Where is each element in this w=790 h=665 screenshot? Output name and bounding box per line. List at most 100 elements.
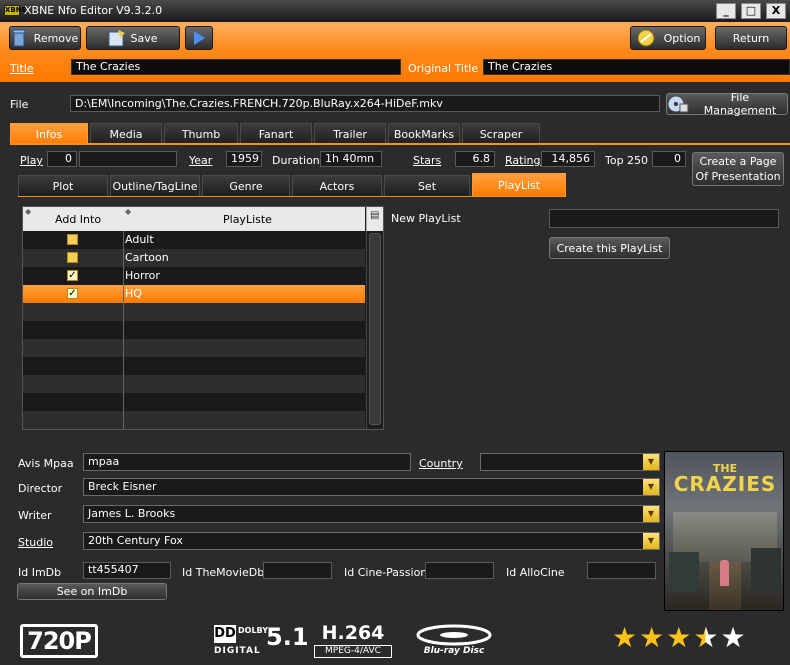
subtab-actors[interactable]: Actors	[292, 175, 382, 196]
create-page-button[interactable]: Create a Page Of Presentation	[692, 152, 784, 186]
imdb-label: Id ImDb	[18, 566, 62, 579]
writer-select[interactable]: James L. Brooks ▼	[83, 505, 660, 523]
director-value: Breck Eisner	[88, 480, 157, 493]
poster-figure	[720, 560, 729, 586]
row-checkbox-checked[interactable]: ✓	[67, 270, 78, 281]
play-count-input[interactable]: 0	[47, 151, 77, 167]
row-name: HQ	[125, 287, 142, 300]
tab-trailer[interactable]: Trailer	[314, 123, 386, 145]
table-row[interactable]: Adult	[23, 231, 365, 249]
star-rating[interactable]: ★ ★ ★ ★ ★	[612, 624, 772, 654]
studio-select[interactable]: 20th Century Fox ▼	[83, 532, 660, 550]
star-half-icon[interactable]: ★	[693, 624, 718, 654]
file-management-label: File Management	[703, 91, 777, 117]
close-button[interactable]: X	[766, 3, 786, 19]
codec-text: H.264	[321, 622, 385, 644]
star-empty-icon[interactable]: ★	[720, 624, 745, 654]
wrench-icon	[636, 29, 658, 47]
star-filled-icon[interactable]: ★	[612, 624, 637, 654]
year-input[interactable]: 1959	[226, 151, 262, 167]
duration-label: Duration	[272, 154, 320, 167]
columns-icon[interactable]: ▤	[370, 210, 379, 221]
row-checkbox[interactable]	[67, 234, 78, 245]
create-playlist-button[interactable]: Create this PlayList	[549, 237, 670, 259]
col-add-into[interactable]: Add Into	[55, 213, 101, 226]
duration-input[interactable]: 1h 40mn	[320, 151, 382, 167]
tmdb-input[interactable]	[263, 562, 332, 579]
tab-thumb[interactable]: Thumb	[164, 123, 238, 145]
director-select[interactable]: Breck Eisner ▼	[83, 478, 660, 496]
minimize-button[interactable]: _	[716, 3, 736, 19]
star-filled-icon[interactable]: ★	[666, 624, 691, 654]
see-on-imdb-button[interactable]: See on ImDb	[17, 583, 167, 600]
subtab-set[interactable]: Set	[384, 175, 470, 196]
playlist-grid[interactable]: ◆ Add Into ◆ PlayListe ▤ Adult Cartoon ✓…	[22, 206, 384, 430]
play-extra-input[interactable]	[79, 151, 177, 167]
chevron-down-icon[interactable]: ▼	[643, 533, 659, 549]
resolution-badge: 720P	[20, 624, 98, 658]
empty-row	[23, 393, 365, 411]
tab-infos[interactable]: Infos	[10, 123, 88, 145]
window-title: XBNE Nfo Editor V9.3.2.0	[24, 4, 163, 17]
column-divider	[123, 231, 124, 429]
stars-label: Stars	[413, 154, 442, 167]
allocine-input[interactable]	[587, 562, 656, 579]
scrollbar-thumb[interactable]	[369, 233, 381, 425]
top250-label: Top 250	[605, 154, 649, 167]
original-title-input[interactable]: The Crazies	[483, 59, 790, 75]
chevron-down-icon[interactable]: ▼	[643, 479, 659, 495]
subtab-underline	[18, 196, 566, 197]
cine-passion-input[interactable]	[425, 562, 494, 579]
subtab-plot[interactable]: Plot	[18, 175, 108, 196]
grid-corner: ▤	[366, 207, 383, 231]
remove-button[interactable]: Remove	[9, 26, 81, 50]
subtab-playlist[interactable]: PlayList	[472, 173, 566, 196]
grid-scrollbar[interactable]	[366, 231, 383, 429]
table-row-selected[interactable]: ✓ HQ	[23, 285, 365, 303]
country-select[interactable]: ▼	[480, 453, 660, 471]
subtab-outline[interactable]: Outline/TagLine	[110, 175, 200, 196]
writer-label: Writer	[18, 509, 52, 522]
poster-title-line2: CRAZIES	[673, 472, 777, 496]
row-checkbox-checked[interactable]: ✓	[67, 288, 78, 299]
channels-text: 5.1	[266, 623, 309, 651]
top250-input[interactable]: 0	[652, 151, 686, 167]
movie-poster[interactable]: THE CRAZIES	[664, 451, 784, 611]
option-button[interactable]: Option	[630, 26, 706, 50]
empty-row	[23, 303, 365, 321]
ratings-input[interactable]: 14,856	[541, 151, 595, 167]
imdb-input[interactable]: tt455407	[83, 562, 171, 579]
tab-media[interactable]: Media	[90, 123, 162, 145]
table-row[interactable]: ✓ Horror	[23, 267, 365, 285]
tab-bookmarks[interactable]: BookMarks	[388, 123, 460, 145]
country-label: Country	[419, 457, 463, 470]
star-filled-icon[interactable]: ★	[639, 624, 664, 654]
file-management-button[interactable]: File Management	[666, 91, 788, 117]
stars-input[interactable]: 6.8	[455, 151, 495, 167]
new-playlist-input[interactable]	[549, 209, 779, 228]
save-button[interactable]: Save	[86, 26, 180, 50]
play-label: Play	[20, 154, 43, 167]
col-playliste[interactable]: PlayListe	[223, 213, 272, 226]
file-path-input[interactable]: D:\EM\Incoming\The.Crazies.FRENCH.720p.B…	[70, 95, 660, 112]
year-label: Year	[189, 154, 213, 167]
dolby-digital-logo: DD DOLBY DIGITAL 5.1	[214, 623, 309, 659]
title-input[interactable]: The Crazies	[71, 59, 401, 75]
bluray-disc-icon	[416, 624, 492, 646]
h264-logo: H.264 MPEG-4/AVC	[312, 622, 394, 660]
chevron-down-icon[interactable]: ▼	[643, 506, 659, 522]
tab-scraper[interactable]: Scraper	[462, 123, 540, 145]
new-playlist-label: New PlayList	[391, 212, 461, 225]
subtab-genre[interactable]: Genre	[202, 175, 290, 196]
maximize-button[interactable]: □	[741, 3, 761, 19]
app-icon: XBNE	[4, 5, 27, 16]
chevron-down-icon[interactable]: ▼	[643, 454, 659, 470]
return-button[interactable]: Return	[715, 26, 787, 50]
play-button[interactable]	[185, 26, 213, 50]
empty-row	[23, 357, 365, 375]
row-checkbox[interactable]	[67, 252, 78, 263]
tab-fanart[interactable]: Fanart	[240, 123, 312, 145]
mpaa-input[interactable]: mpaa	[83, 453, 411, 471]
table-row[interactable]: Cartoon	[23, 249, 365, 267]
save-icon	[108, 29, 126, 47]
